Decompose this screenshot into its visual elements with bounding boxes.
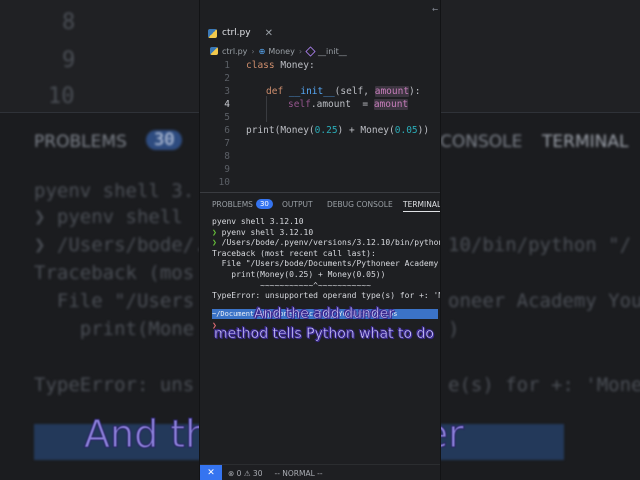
status-bar: ✕ ⊗ 0 ⚠ 30 -- NORMAL -- — [200, 464, 440, 480]
breadcrumb-method[interactable]: __init__ — [318, 47, 347, 56]
line-number: 1 — [224, 60, 230, 71]
video-caption-line-1: And the add dunder — [254, 306, 394, 323]
bg-terminal-line: pyenv shell 3. — [34, 180, 195, 202]
line-number: 7 — [224, 138, 230, 149]
terminal-output[interactable]: pyenv shell 3.12.10 ❯ pyenv shell 3.12.10… — [212, 217, 440, 302]
problems-count-badge: 30 — [255, 199, 273, 209]
bg-terminal-tab: TERMINAL — [542, 132, 629, 152]
bg-terminal-line: ) — [448, 318, 460, 340]
tab-terminal[interactable]: TERMINAL — [403, 197, 440, 212]
bottom-panel: PROBLEMS 30 OUTPUT DEBUG CONSOLE TERMINAL… — [200, 192, 440, 465]
chevron-right-icon: › — [251, 46, 255, 56]
arrow-left-icon[interactable]: ← — [432, 4, 438, 15]
bg-terminal-line: e(s) for +: 'Mone — [448, 374, 640, 396]
line-number: 6 — [224, 125, 230, 136]
tab-bar: ← ctrl.py ✕ — [200, 0, 440, 44]
python-file-icon — [208, 28, 217, 38]
bg-line-number: 8 — [62, 10, 76, 35]
chevron-right-icon: › — [298, 46, 303, 56]
class-icon: ⊕ — [258, 46, 266, 56]
bg-terminal-line: oneer Academy You — [448, 290, 640, 312]
close-icon[interactable]: ✕ — [265, 28, 273, 39]
tab-label: ctrl.py — [222, 28, 251, 38]
bg-terminal-line: File "/Users — [34, 290, 195, 312]
line-number: 5 — [224, 112, 230, 123]
line-number-active: 4 — [224, 99, 230, 110]
line-number: 2 — [224, 73, 230, 84]
method-icon — [305, 45, 316, 57]
vim-mode: -- NORMAL -- — [274, 468, 323, 478]
code-editor[interactable]: 1 2 3 4 5 6 7 8 9 10 class Money: def __… — [200, 58, 440, 192]
bg-terminal-line: 10/bin/python "/ — [448, 234, 632, 256]
remote-icon[interactable]: ✕ — [200, 465, 222, 480]
bg-terminal-line: TypeError: uns — [34, 374, 195, 396]
breadcrumb-class[interactable]: Money — [268, 47, 295, 56]
code-line: def __init__(self, amount): — [266, 86, 421, 97]
video-caption-line-2: method tells Python what to do — [214, 326, 434, 343]
bg-console-tab: CONSOLE — [440, 132, 523, 152]
breadcrumb: ctrl.py › ⊕ Money › __init__ — [200, 44, 440, 58]
breadcrumb-file[interactable]: ctrl.py — [222, 47, 247, 56]
bg-terminal-line: Traceback (mos — [34, 262, 195, 284]
line-number: 9 — [224, 164, 230, 175]
code-line: print(Money(0.25) + Money(0.05)) — [246, 125, 430, 136]
line-number: 10 — [218, 177, 230, 188]
code-line: class Money: — [246, 60, 315, 71]
bg-line-number: 9 — [62, 48, 76, 73]
tab-problems[interactable]: PROBLEMS 30 — [212, 197, 273, 211]
editor-window: ← ctrl.py ✕ ctrl.py › ⊕ Money › __init__… — [200, 0, 440, 480]
line-number: 8 — [224, 151, 230, 162]
bg-problems-tab: PROBLEMS — [34, 132, 127, 152]
bg-terminal-line: print(Mone — [34, 318, 195, 340]
tab-debug-console[interactable]: DEBUG CONSOLE — [327, 197, 393, 211]
problems-status[interactable]: ⊗ 0 ⚠ 30 — [228, 469, 262, 478]
bg-terminal-line: ❯ /Users/bode/. — [34, 234, 206, 256]
bg-problems-badge: 30 — [146, 130, 183, 150]
panel-tabs: PROBLEMS 30 OUTPUT DEBUG CONSOLE TERMINAL — [200, 197, 440, 212]
bg-terminal-line: ❯ pyenv shell — [34, 206, 183, 228]
tab-output[interactable]: OUTPUT — [282, 197, 313, 211]
code-line: self.amount = amount — [288, 99, 409, 110]
tab-ctrl-py[interactable]: ctrl.py ✕ — [200, 22, 280, 44]
python-file-icon — [210, 47, 218, 55]
bg-line-number: 10 — [48, 84, 75, 109]
line-number: 3 — [224, 86, 230, 97]
